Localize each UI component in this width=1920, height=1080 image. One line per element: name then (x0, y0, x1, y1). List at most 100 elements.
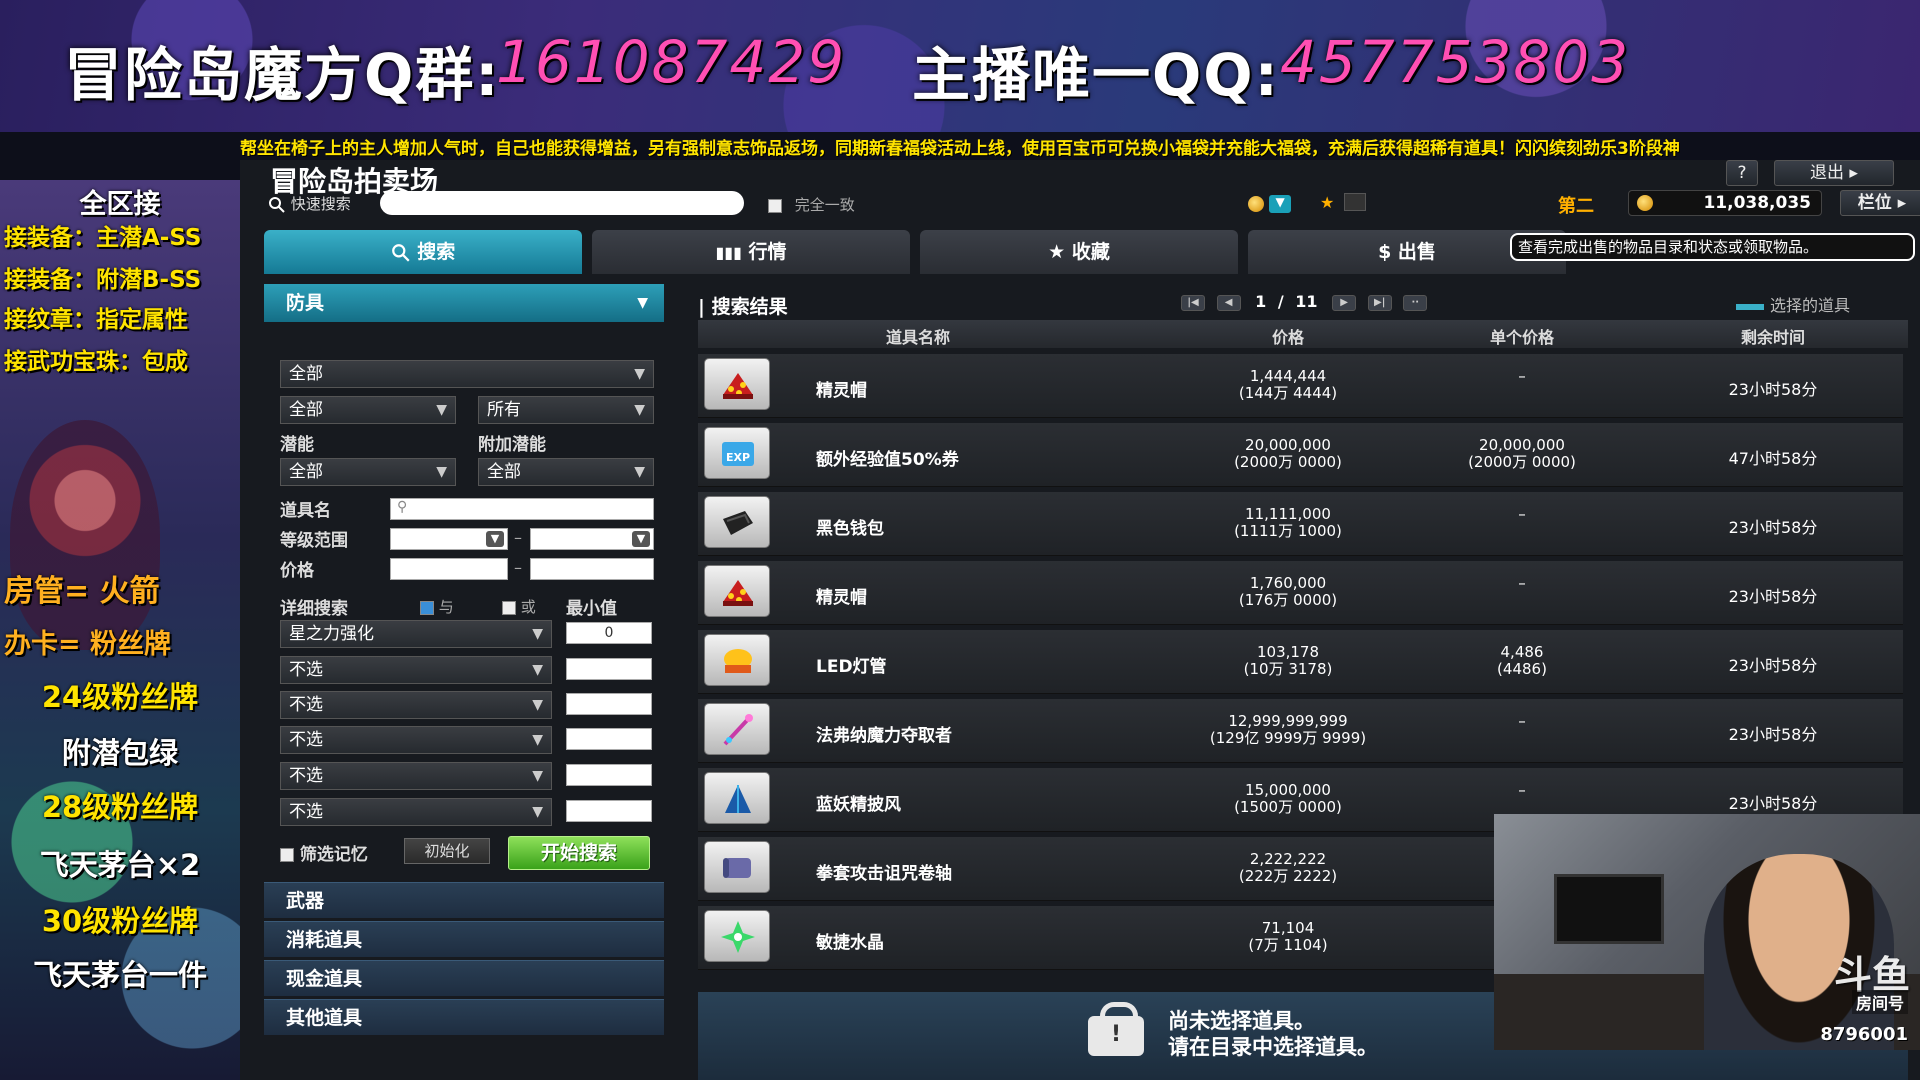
next-page-icon[interactable]: ▶ (1332, 294, 1357, 311)
stat-dropdown-1[interactable]: 星之力强化 ▼ (280, 620, 552, 648)
help-button[interactable]: ? (1726, 160, 1758, 186)
category-weapon[interactable]: 武器 (264, 882, 664, 918)
item-name: 法弗纳魔力夺取者 (816, 726, 952, 746)
and-checkbox[interactable] (420, 600, 434, 615)
stat-value-6[interactable] (566, 800, 652, 822)
range-dash: – (514, 558, 522, 577)
table-row[interactable]: 精灵帽 1,444,444 (144万 4444) – 23小时58分 (698, 354, 1903, 418)
chevron-down-icon: ▼ (632, 531, 650, 547)
potential-dropdown[interactable]: 全部 ▼ (280, 458, 456, 486)
svg-text:EXP: EXP (726, 451, 750, 464)
item-name-input[interactable]: ⚲ (390, 498, 654, 520)
category-etc[interactable]: 其他道具 (264, 999, 664, 1035)
sell-coin-icon: $ (1378, 241, 1392, 263)
table-row[interactable]: 精灵帽 1,760,000 (176万 0000) – 23小时58分 (698, 561, 1903, 625)
category-cash[interactable]: 现金道具 (264, 960, 664, 996)
prev-page-icon[interactable]: ◀ (1216, 294, 1241, 311)
item-price-value: 2,222,222 (1249, 850, 1327, 868)
category-consumable[interactable]: 消耗道具 (264, 921, 664, 957)
item-price-value: 20,000,000 (1245, 436, 1331, 454)
or-checkbox[interactable] (502, 600, 516, 615)
stat-value-4[interactable] (566, 728, 652, 750)
legend: 选择的道具 (1736, 292, 1850, 316)
stat-dropdown-2[interactable]: 不选 ▼ (280, 656, 552, 684)
more-pages-icon[interactable]: ·· (1403, 294, 1428, 311)
job-dropdown[interactable]: 全部 ▼ (280, 396, 456, 424)
last-page-icon[interactable]: ▶| (1367, 294, 1392, 311)
item-name: 额外经验值50%券 (816, 450, 959, 470)
start-search-button[interactable]: 开始搜索 (508, 836, 650, 870)
add-potential-label: 附加潜能 (478, 435, 546, 455)
currency-toggle[interactable]: ▼ (1248, 193, 1292, 213)
remember-checkbox[interactable] (280, 848, 294, 862)
level-min-select[interactable]: ▼ (390, 528, 508, 550)
stat-value-3[interactable] (566, 693, 652, 715)
exit-button[interactable]: 退出 ▸ (1774, 160, 1894, 186)
grade-dropdown[interactable]: 所有 ▼ (478, 396, 654, 424)
quick-search-bar: 快速搜索 完全一致 ▼ ★ 第二 11,038,035 栏位 ▸ (268, 190, 1920, 220)
category-armor[interactable]: 防具 ▼ (264, 284, 664, 322)
level-max-select[interactable]: ▼ (530, 528, 654, 550)
and-option[interactable]: 与 (420, 596, 454, 617)
table-row[interactable]: 黑色钱包 11,111,000 (1111万 1000) – 23小时58分 (698, 492, 1903, 556)
or-option[interactable]: 或 (502, 596, 536, 617)
rank-label: 第二 (1558, 196, 1594, 217)
meso-balance: 11,038,035 (1628, 190, 1822, 216)
exp-coupon-icon: EXP (719, 436, 757, 472)
level-range-label: 等级范围 (280, 531, 348, 551)
item-name: 精灵帽 (816, 588, 867, 608)
stat-value-1[interactable]: 0 (566, 622, 652, 644)
col-unit-price[interactable]: 单个价格 (1402, 324, 1642, 348)
chevron-down-icon: ▼ (637, 295, 648, 311)
reset-button[interactable]: 初始化 (404, 838, 490, 864)
quick-search-input[interactable] (380, 191, 744, 215)
item-price: 1,444,444 (144万 4444) (1178, 368, 1398, 402)
chevron-down-icon[interactable]: ▼ (1269, 194, 1292, 213)
item-name: 黑色钱包 (816, 519, 884, 539)
table-row[interactable]: EXP 额外经验值50%券 20,000,000 (2000万 0000) 20,000… (698, 423, 1903, 487)
col-item-name[interactable]: 道具名称 (818, 324, 1018, 348)
star-toggle-box[interactable] (1344, 193, 1366, 211)
stat-value-2[interactable] (566, 658, 652, 680)
item-price-cn: (129亿 9999万 9999) (1209, 729, 1367, 747)
tab-market[interactable]: ▮▮▮ 行情 (592, 230, 910, 274)
table-row[interactable]: LED灯管 103,178 (10万 3178) 4,486 (4486) 23小时58分 (698, 630, 1903, 694)
left-line-3: 接装备：附潜B-SS (4, 267, 202, 293)
item-time-left: 23小时58分 (1728, 725, 1818, 744)
add-potential-dropdown[interactable]: 全部 ▼ (478, 458, 654, 486)
stat-dropdown-5[interactable]: 不选 ▼ (280, 762, 552, 790)
item-thumbnail (704, 772, 770, 824)
item-time-left: 23小时58分 (1728, 587, 1818, 606)
subcategory-dropdown[interactable]: 全部 ▼ (280, 360, 654, 388)
tab-favorites[interactable]: ★ 收藏 (920, 230, 1238, 274)
exact-match[interactable]: 完全一致 (768, 194, 855, 215)
chevron-down-icon: ▼ (532, 626, 543, 642)
tab-search[interactable]: 搜索 (264, 230, 582, 274)
remember-filter[interactable]: 筛选记忆 (280, 840, 368, 865)
left-line-7: 办卡= 粉丝牌 (4, 629, 172, 660)
col-time-left[interactable]: 剩余时间 (1678, 324, 1868, 348)
streamer-qq-label: 主播唯一QQ: (912, 41, 1280, 109)
tab-market-label: 行情 (748, 241, 787, 263)
star-icon[interactable]: ★ (1320, 193, 1334, 212)
left-line-9: 附潜包绿 (61, 736, 178, 770)
stat-dropdown-3[interactable]: 不选 ▼ (280, 691, 552, 719)
price-min-input[interactable] (390, 558, 508, 580)
item-unit-value: – (1518, 574, 1526, 592)
exact-match-checkbox[interactable] (768, 198, 782, 213)
search-icon: ⚲ (397, 499, 408, 515)
col-price[interactable]: 价格 (1178, 324, 1398, 348)
left-line-11: 飞天茅台×2 (39, 848, 201, 882)
price-max-input[interactable] (530, 558, 654, 580)
qq-group-label: 冒险岛魔方Q群: (64, 41, 501, 109)
quick-search-text: 快速搜索 (290, 195, 351, 213)
slot-button[interactable]: 栏位 ▸ (1840, 190, 1920, 216)
table-row[interactable]: 法弗纳魔力夺取者 12,999,999,999 (129亿 9999万 9999) –… (698, 699, 1903, 763)
first-page-icon[interactable]: |◀ (1181, 294, 1205, 311)
item-price: 103,178 (10万 3178) (1178, 644, 1398, 678)
stat-dropdown-4[interactable]: 不选 ▼ (280, 726, 552, 754)
stat-value-5[interactable] (566, 764, 652, 786)
stat-dropdown-6[interactable]: 不选 ▼ (280, 798, 552, 826)
item-unit-price: – (1402, 506, 1642, 523)
qq-group-number: 161087429 (496, 28, 847, 96)
